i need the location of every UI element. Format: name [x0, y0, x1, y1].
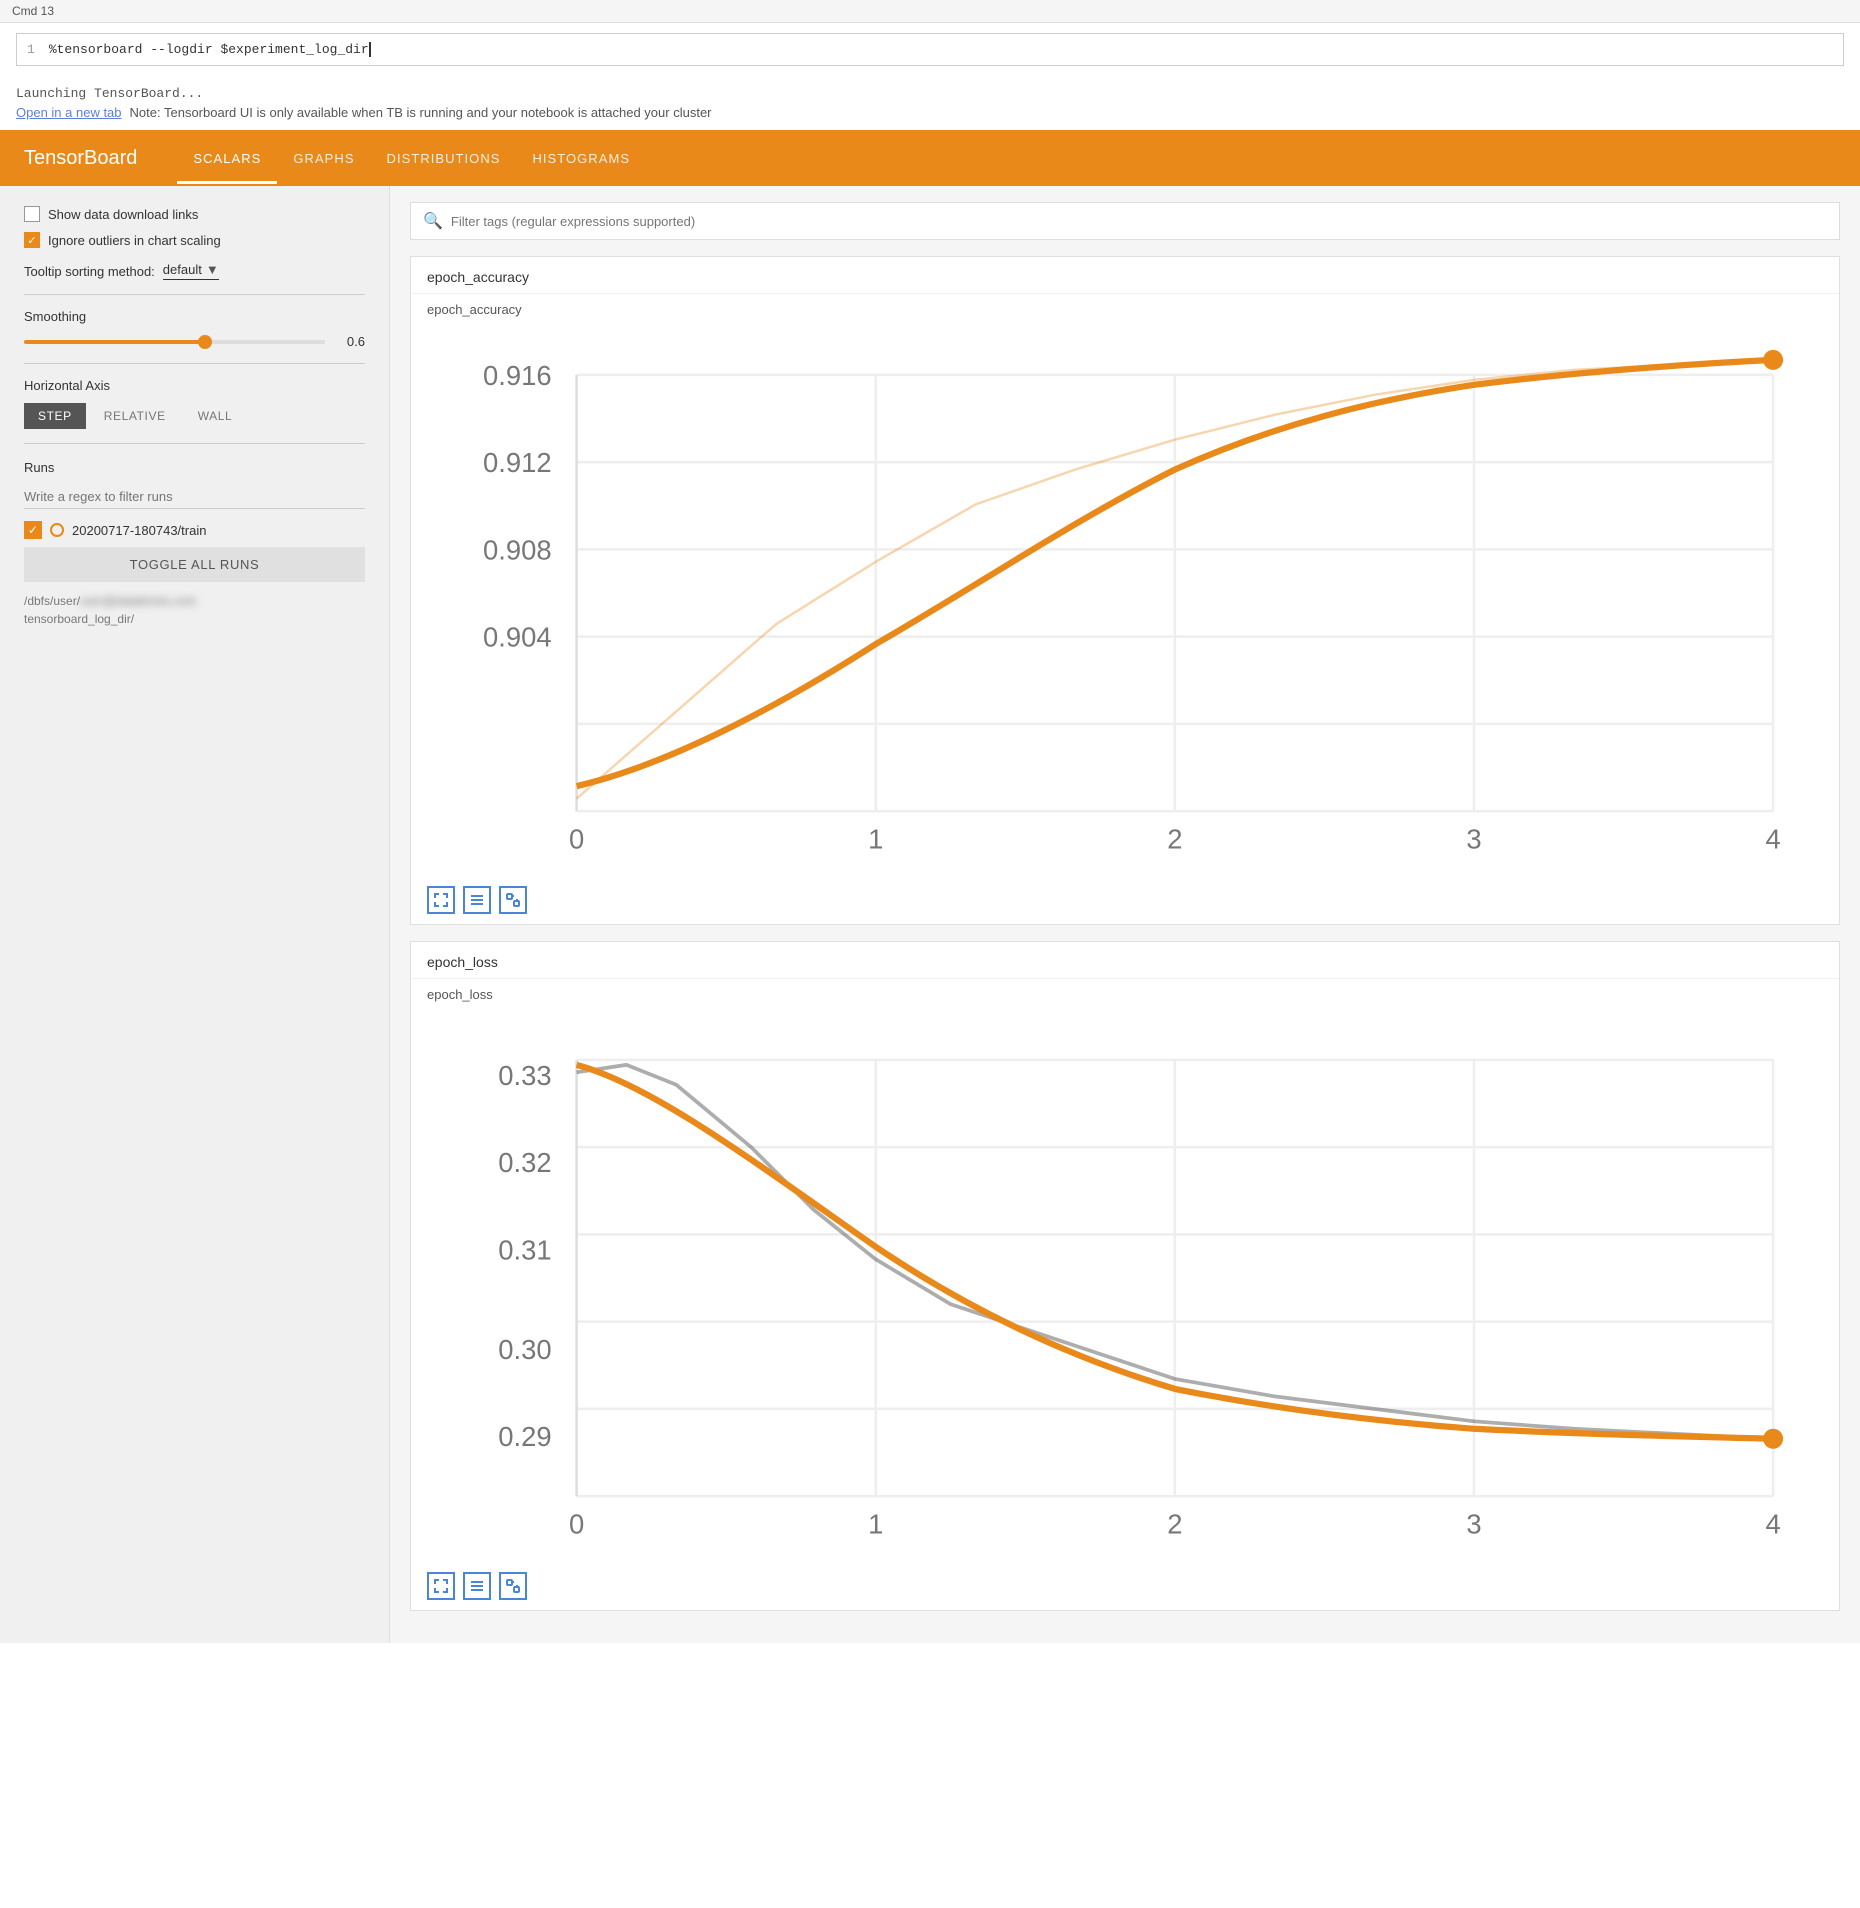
run-item: 20200717-180743/train [24, 521, 365, 539]
link-row: Open in a new tab Note: Tensorboard UI i… [0, 105, 1860, 130]
right-panel: 🔍 epoch_accuracy epoch_accuracy [390, 186, 1860, 1643]
runs-label: Runs [24, 460, 365, 475]
blurred-email: user@databricks.com [80, 592, 196, 610]
svg-text:0.32: 0.32 [498, 1147, 551, 1178]
show-download-row[interactable]: Show data download links [24, 206, 365, 222]
sidebar: Show data download links Ignore outliers… [0, 186, 390, 1643]
divider-1 [24, 294, 365, 295]
axis-btn-wall[interactable]: WALL [184, 403, 247, 429]
ignore-outliers-checkbox[interactable] [24, 232, 40, 248]
tab-scalars[interactable]: SCALARS [177, 133, 277, 184]
code-text: %tensorboard --logdir $experiment_log_di… [49, 42, 371, 57]
tb-logo: TensorBoard [24, 147, 137, 170]
tab-histograms[interactable]: HISTOGRAMS [516, 133, 646, 184]
chart-inner-title-loss: epoch_loss [411, 979, 1839, 1002]
svg-text:3: 3 [1466, 823, 1481, 854]
main-content: Show data download links Ignore outliers… [0, 186, 1860, 1643]
smoothing-track [24, 340, 325, 344]
chart-title-accuracy: epoch_accuracy [411, 257, 1839, 294]
svg-text:0.912: 0.912 [483, 447, 552, 478]
svg-text:0.908: 0.908 [483, 534, 552, 565]
runs-filter-input[interactable] [24, 485, 365, 509]
svg-text:3: 3 [1466, 1509, 1481, 1540]
svg-text:0.916: 0.916 [483, 360, 552, 391]
svg-text:2: 2 [1167, 1509, 1182, 1540]
launch-text: Launching TensorBoard... [0, 76, 1860, 105]
svg-text:1: 1 [868, 1509, 883, 1540]
chart-inner-title-accuracy: epoch_accuracy [411, 294, 1839, 317]
smoothing-fill [24, 340, 205, 344]
data-loss-icon[interactable] [463, 1572, 491, 1600]
top-bar: Cmd 13 [0, 0, 1860, 23]
expand-icon[interactable] [427, 886, 455, 914]
cmd-label: Cmd 13 [12, 4, 54, 18]
chart-actions-loss [411, 1566, 1839, 1610]
run-label: 20200717-180743/train [72, 523, 206, 538]
axis-btn-step[interactable]: STEP [24, 403, 86, 429]
tooltip-label: Tooltip sorting method: [24, 264, 155, 279]
h-axis-label: Horizontal Axis [24, 378, 365, 393]
toggle-all-button[interactable]: TOGGLE ALL RUNS [24, 547, 365, 582]
filter-input[interactable] [451, 214, 1827, 229]
tab-graphs[interactable]: GRAPHS [277, 133, 370, 184]
svg-text:0.31: 0.31 [498, 1235, 551, 1266]
log-dir-text: /dbfs/user/user@databricks.com tensorboa… [24, 592, 365, 628]
search-icon: 🔍 [423, 211, 443, 231]
line-number: 1 [27, 42, 35, 57]
divider-3 [24, 443, 365, 444]
data-icon[interactable] [463, 886, 491, 914]
chart-card-loss: epoch_loss epoch_loss [410, 941, 1840, 1610]
fit-icon[interactable] [499, 886, 527, 914]
run-checkbox[interactable] [24, 521, 42, 539]
svg-text:0.904: 0.904 [483, 622, 552, 653]
show-download-checkbox[interactable] [24, 206, 40, 222]
note-text: Note: Tensorboard UI is only available w… [130, 105, 712, 120]
svg-text:4: 4 [1766, 823, 1781, 854]
divider-2 [24, 363, 365, 364]
smoothing-value: 0.6 [335, 334, 365, 349]
dropdown-arrow-icon: ▼ [206, 262, 219, 277]
svg-text:4: 4 [1766, 1509, 1781, 1540]
h-axis-buttons: STEP RELATIVE WALL [24, 403, 365, 429]
svg-text:0.30: 0.30 [498, 1334, 551, 1365]
smoothing-thumb[interactable] [198, 335, 212, 349]
fit-loss-icon[interactable] [499, 1572, 527, 1600]
svg-text:1: 1 [868, 823, 883, 854]
axis-btn-relative[interactable]: RELATIVE [90, 403, 180, 429]
svg-text:0: 0 [569, 823, 584, 854]
show-download-label: Show data download links [48, 207, 198, 222]
chart-card-accuracy: epoch_accuracy epoch_accuracy [410, 256, 1840, 925]
tooltip-value: default [163, 262, 202, 277]
tensorboard-nav: TensorBoard SCALARS GRAPHS DISTRIBUTIONS… [0, 130, 1860, 186]
chart-area-loss: 0.33 0.32 0.31 0.30 0.29 0 1 2 3 4 [411, 1002, 1839, 1565]
accuracy-chart-svg: 0.916 0.912 0.908 0.904 0 1 2 3 4 [427, 325, 1823, 873]
run-circle-icon [50, 523, 64, 537]
chart-title-loss: epoch_loss [411, 942, 1839, 979]
tooltip-select[interactable]: default ▼ [163, 262, 219, 280]
smoothing-label: Smoothing [24, 309, 365, 324]
expand-loss-icon[interactable] [427, 1572, 455, 1600]
ignore-outliers-row[interactable]: Ignore outliers in chart scaling [24, 232, 365, 248]
runs-section: Runs 20200717-180743/train TOGGLE ALL RU… [24, 460, 365, 628]
svg-text:0: 0 [569, 1509, 584, 1540]
smoothing-slider-row: 0.6 [24, 334, 365, 349]
tab-distributions[interactable]: DISTRIBUTIONS [371, 133, 517, 184]
svg-text:0.33: 0.33 [498, 1060, 551, 1091]
chart-area-accuracy: 0.916 0.912 0.908 0.904 0 1 2 3 4 [411, 317, 1839, 880]
code-cell: 1 %tensorboard --logdir $experiment_log_… [16, 33, 1844, 66]
ignore-outliers-label: Ignore outliers in chart scaling [48, 233, 221, 248]
svg-text:2: 2 [1167, 823, 1182, 854]
chart-actions-accuracy [411, 880, 1839, 924]
tooltip-row: Tooltip sorting method: default ▼ [24, 262, 365, 280]
filter-bar: 🔍 [410, 202, 1840, 240]
loss-chart-svg: 0.33 0.32 0.31 0.30 0.29 0 1 2 3 4 [427, 1010, 1823, 1558]
open-link[interactable]: Open in a new tab [16, 105, 122, 120]
svg-text:0.29: 0.29 [498, 1422, 551, 1453]
